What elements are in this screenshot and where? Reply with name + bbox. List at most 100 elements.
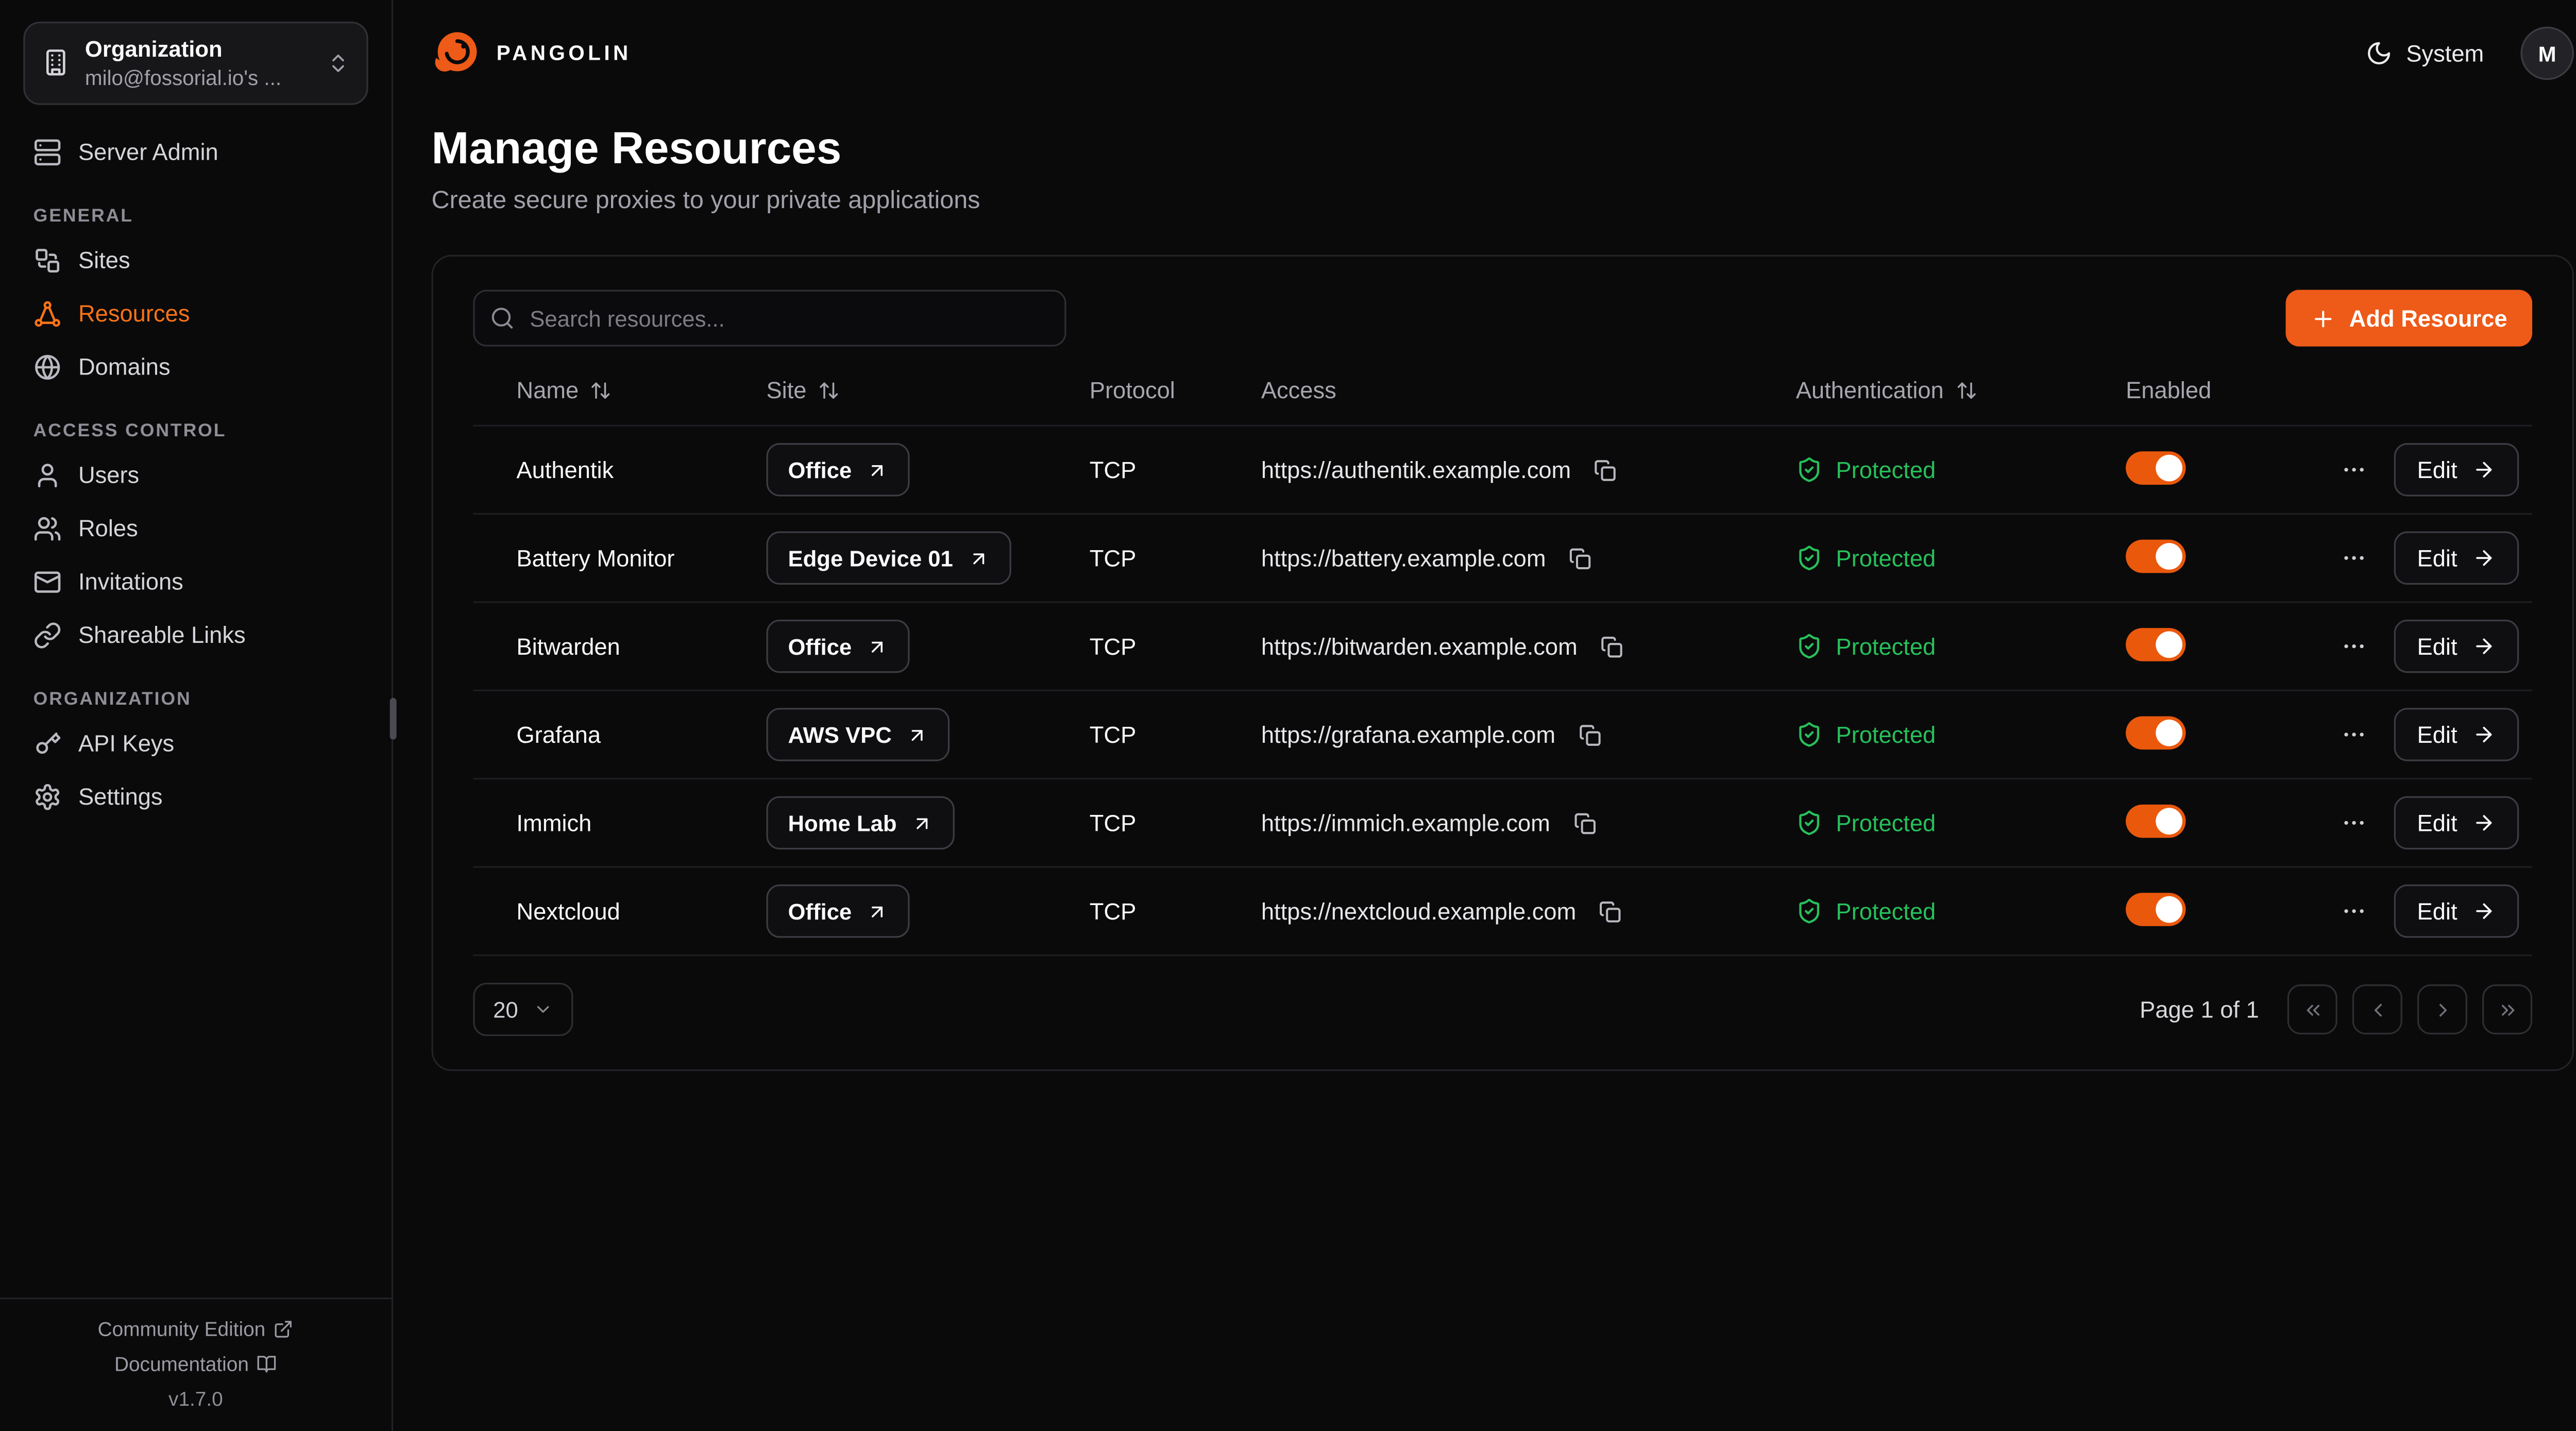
sidebar-item-sites[interactable]: Sites: [20, 234, 371, 286]
column-header-authentication[interactable]: Authentication: [1796, 377, 2126, 403]
section-label-organization: ORGANIZATION: [33, 689, 359, 709]
add-resource-button[interactable]: Add Resource: [2286, 290, 2532, 347]
table-body: Authentik Office TCP https://authentik.e…: [473, 427, 2532, 956]
sidebar-footer: Community Edition Documentation v1.7.0: [0, 1298, 392, 1431]
protocol-value: TCP: [1090, 810, 1261, 837]
access-url: https://grafana.example.com: [1261, 721, 1555, 748]
protocol-value: TCP: [1090, 456, 1261, 483]
enabled-toggle[interactable]: [2126, 716, 2185, 749]
external-link-icon: [274, 1319, 294, 1339]
column-header-site[interactable]: Site: [766, 377, 1089, 403]
copy-button[interactable]: [1596, 631, 1627, 662]
site-link-button[interactable]: Office: [766, 443, 910, 496]
row-menu-button[interactable]: [2334, 538, 2374, 578]
sort-icon: [590, 379, 612, 401]
search-box: [473, 290, 1066, 347]
shield-check-icon: [1796, 456, 1823, 483]
copy-button[interactable]: [1589, 454, 1621, 485]
sidebar-item-roles[interactable]: Roles: [20, 503, 371, 554]
topbar: PANGOLIN System M: [395, 0, 2576, 80]
sidebar-item-label: Resources: [78, 300, 190, 327]
row-menu-button[interactable]: [2334, 891, 2374, 931]
user-icon: [33, 461, 62, 489]
previous-page-button[interactable]: [2352, 984, 2402, 1034]
access-url: https://battery.example.com: [1261, 544, 1546, 571]
site-link-button[interactable]: Edge Device 01: [766, 532, 1011, 585]
arrow-right-icon: [2472, 899, 2496, 923]
enabled-toggle[interactable]: [2126, 451, 2185, 485]
site-link-button[interactable]: AWS VPC: [766, 708, 950, 761]
first-page-button[interactable]: [2287, 984, 2337, 1034]
theme-label: System: [2406, 40, 2484, 67]
row-menu-button[interactable]: [2334, 714, 2374, 755]
page-title: Manage Resources: [432, 123, 2574, 175]
sidebar-item-invitations[interactable]: Invitations: [20, 556, 371, 607]
protocol-value: TCP: [1090, 544, 1261, 571]
org-selector[interactable]: Organization milo@fossorial.io's ...: [23, 22, 368, 105]
documentation-label: Documentation: [114, 1353, 249, 1376]
gear-icon: [33, 782, 62, 811]
search-input[interactable]: [473, 290, 1066, 347]
auth-status: Protected: [1796, 456, 2126, 483]
row-menu-button[interactable]: [2334, 626, 2374, 667]
copy-button[interactable]: [1564, 542, 1596, 574]
site-link-button[interactable]: Home Lab: [766, 796, 955, 849]
access-url: https://authentik.example.com: [1261, 456, 1571, 483]
sidebar-item-settings[interactable]: Settings: [20, 771, 371, 822]
copy-icon: [1592, 457, 1618, 483]
avatar[interactable]: M: [2520, 27, 2573, 80]
sidebar-item-server-admin[interactable]: Server Admin: [20, 126, 371, 178]
access-url: https://immich.example.com: [1261, 810, 1550, 837]
arrow-up-right-icon: [912, 812, 934, 833]
shield-check-icon: [1796, 633, 1823, 660]
column-header-name[interactable]: Name: [516, 377, 766, 403]
ellipsis-icon: [2341, 721, 2367, 748]
theme-toggle[interactable]: System: [2366, 40, 2484, 67]
enabled-toggle[interactable]: [2126, 628, 2185, 661]
moon-icon: [2366, 40, 2393, 67]
brand-name: PANGOLIN: [497, 42, 632, 65]
sidebar-item-resources[interactable]: Resources: [20, 288, 371, 339]
last-page-button[interactable]: [2482, 984, 2532, 1034]
copy-button[interactable]: [1568, 807, 1600, 839]
arrow-right-icon: [2472, 458, 2496, 481]
avatar-initial: M: [2538, 41, 2556, 66]
copy-button[interactable]: [1574, 719, 1605, 750]
sidebar-item-users[interactable]: Users: [20, 449, 371, 501]
sites-icon: [33, 246, 62, 275]
documentation-link[interactable]: Documentation: [114, 1353, 277, 1376]
edit-button[interactable]: Edit: [2394, 884, 2519, 938]
enabled-toggle[interactable]: [2126, 540, 2185, 573]
row-menu-button[interactable]: [2334, 803, 2374, 843]
row-menu-button[interactable]: [2334, 450, 2374, 490]
edit-button[interactable]: Edit: [2394, 796, 2519, 849]
sidebar-item-domains[interactable]: Domains: [20, 341, 371, 393]
sidebar-item-api-keys[interactable]: API Keys: [20, 718, 371, 769]
site-link-button[interactable]: Office: [766, 884, 910, 938]
copy-icon: [1598, 899, 1623, 924]
arrow-up-right-icon: [968, 547, 990, 569]
topbar-right: System M: [2366, 27, 2574, 80]
copy-icon: [1572, 810, 1597, 836]
edit-button[interactable]: Edit: [2394, 708, 2519, 761]
enabled-toggle[interactable]: [2126, 893, 2185, 926]
page-size-select[interactable]: 20: [473, 983, 573, 1036]
sidebar-resize-handle[interactable]: [390, 698, 397, 740]
edit-button[interactable]: Edit: [2394, 443, 2519, 496]
site-link-button[interactable]: Office: [766, 620, 910, 673]
edit-button[interactable]: Edit: [2394, 620, 2519, 673]
table-row: Immich Home Lab TCP https://immich.examp…: [473, 779, 2532, 867]
ellipsis-icon: [2341, 544, 2367, 571]
sidebar-item-shareable-links[interactable]: Shareable Links: [20, 609, 371, 661]
shield-check-icon: [1796, 721, 1823, 748]
community-edition-link[interactable]: Community Edition: [98, 1318, 294, 1341]
arrow-up-right-icon: [867, 459, 888, 481]
table-row: Battery Monitor Edge Device 01 TCP https…: [473, 515, 2532, 603]
copy-icon: [1599, 634, 1624, 659]
sort-icon: [818, 379, 840, 401]
sidebar-item-label: Server Admin: [78, 139, 218, 165]
copy-button[interactable]: [1595, 895, 1626, 927]
enabled-toggle[interactable]: [2126, 805, 2185, 838]
edit-button[interactable]: Edit: [2394, 532, 2519, 585]
next-page-button[interactable]: [2417, 984, 2467, 1034]
